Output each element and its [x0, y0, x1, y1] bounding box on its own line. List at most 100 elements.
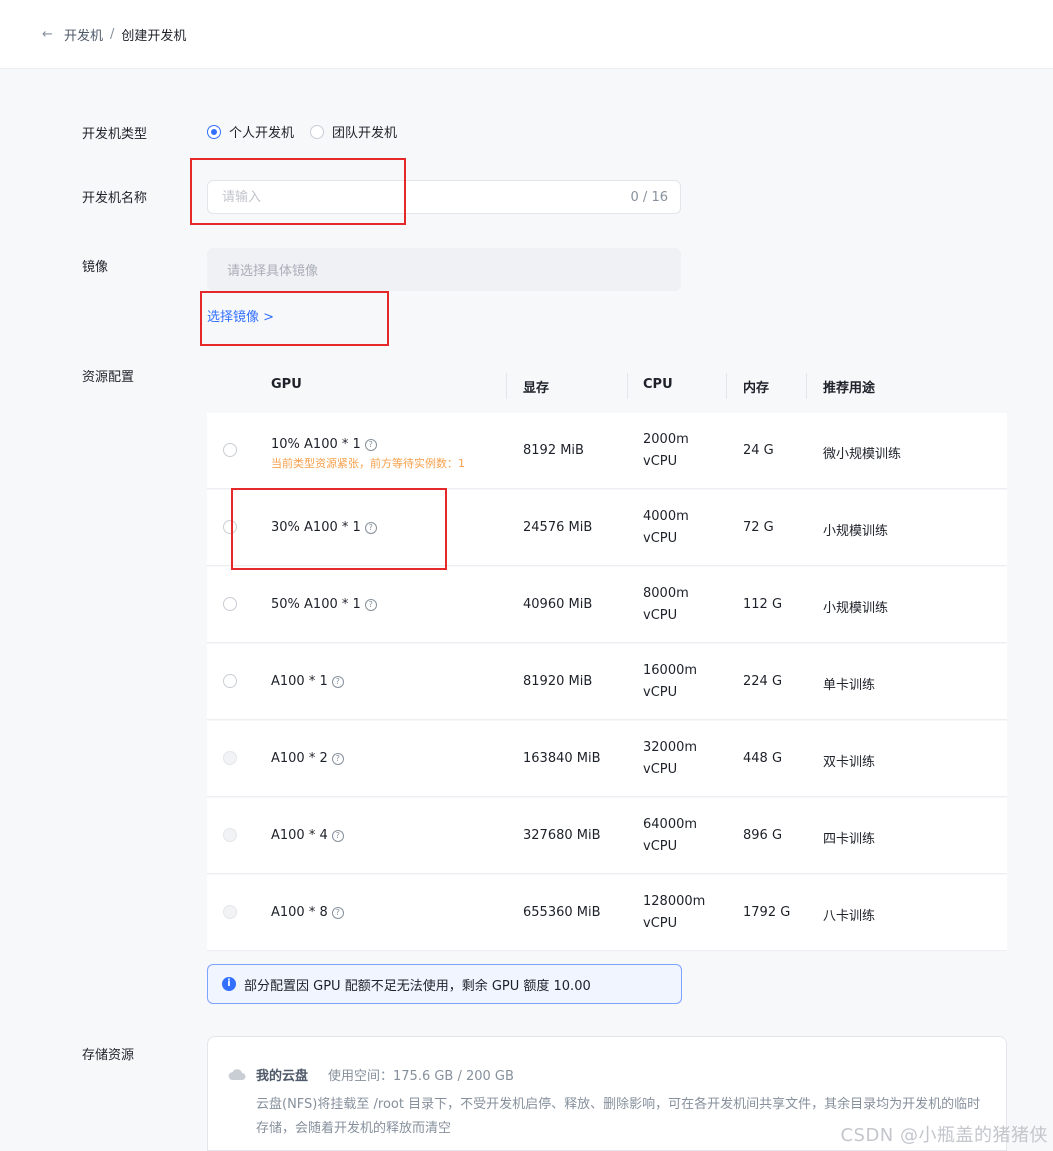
- memory-cell: 112 G: [743, 597, 783, 612]
- row-radio[interactable]: [223, 597, 237, 611]
- name-input[interactable]: [220, 188, 631, 206]
- name-input-wrapper: 0 / 16: [207, 180, 681, 214]
- radio-team[interactable]: 团队开发机: [310, 122, 397, 141]
- radio-team-circle[interactable]: [310, 124, 325, 139]
- storage-title: 我的云盘: [256, 1069, 309, 1084]
- cpu-amount: 16000m: [643, 663, 698, 678]
- header-gpu: GPU: [271, 377, 302, 392]
- row-radio[interactable]: [223, 520, 237, 534]
- cpu-amount: 64000m: [643, 817, 698, 832]
- arrow-left-icon[interactable]: ←: [42, 27, 58, 42]
- row-radio[interactable]: [223, 443, 237, 457]
- gpu-value: 30% A100 * 1: [271, 520, 361, 535]
- info-icon: i: [222, 977, 236, 991]
- gpu-cell: 50% A100 * 1?: [271, 597, 377, 612]
- help-icon[interactable]: ?: [331, 752, 344, 765]
- usage-cell: 小规模训练: [823, 524, 889, 539]
- usage-cell: 微小规模训练: [823, 447, 902, 462]
- quota-tip: i 部分配置因 GPU 配额不足无法使用，剩余 GPU 额度 10.00: [207, 964, 682, 1004]
- cpu-cell: 8000m vCPU: [643, 583, 689, 627]
- help-icon[interactable]: ?: [364, 598, 377, 611]
- resource-label: 资源配置: [82, 370, 135, 385]
- help-icon[interactable]: ?: [331, 829, 344, 842]
- breadcrumb-current: 创建开发机: [121, 29, 187, 44]
- gpu-value: 50% A100 * 1: [271, 597, 361, 612]
- gpu-cell: A100 * 1?: [271, 674, 344, 689]
- memory-cell: 224 G: [743, 674, 783, 689]
- memory-cell: 24 G: [743, 443, 774, 458]
- gpu-cell: A100 * 4?: [271, 828, 344, 843]
- radio-personal-label: 个人开发机: [229, 126, 295, 141]
- watermark: CSDN @小瓶盖的猪猪侠: [840, 1125, 1048, 1146]
- vram-cell: 655360 MiB: [523, 905, 601, 920]
- vram-cell: 327680 MiB: [523, 828, 601, 843]
- cpu-cell: 64000m vCPU: [643, 814, 697, 858]
- radio-personal-circle[interactable]: [207, 124, 221, 139]
- breadcrumb-parent-link[interactable]: 开发机: [64, 25, 103, 44]
- resource-table: GPU 显存 CPU 内存 推荐用途 10% A100 * 1? 当前类型资源紧…: [207, 362, 1007, 951]
- cpu-unit: vCPU: [643, 685, 678, 700]
- table-row: A100 * 8? 655360 MiB 128000m vCPU 1792 G…: [207, 875, 1007, 951]
- header-cpu: CPU: [643, 377, 673, 392]
- table-row: A100 * 4? 327680 MiB 64000m vCPU 896 G 四…: [207, 798, 1007, 874]
- help-icon[interactable]: ?: [331, 906, 344, 919]
- row-radio: [223, 905, 237, 919]
- memory-cell: 896 G: [743, 828, 783, 843]
- name-char-counter: 0 / 16: [630, 189, 668, 205]
- image-select-field[interactable]: 请选择具体镜像: [207, 248, 681, 291]
- cpu-amount: 32000m: [643, 740, 698, 755]
- gpu-value: A100 * 2: [271, 751, 328, 766]
- table-row[interactable]: 10% A100 * 1? 当前类型资源紧张，前方等待实例数：1 8192 Mi…: [207, 413, 1007, 489]
- cpu-unit: vCPU: [643, 839, 678, 854]
- table-row: A100 * 2? 163840 MiB 32000m vCPU 448 G 双…: [207, 721, 1007, 797]
- cpu-unit: vCPU: [643, 762, 678, 777]
- image-label: 镜像: [82, 260, 109, 275]
- vram-cell: 81920 MiB: [523, 674, 593, 689]
- cpu-cell: 128000m vCPU: [643, 891, 705, 935]
- quota-tip-text: 部分配置因 GPU 配额不足无法使用，剩余 GPU 额度 10.00: [244, 978, 591, 994]
- vram-cell: 40960 MiB: [523, 597, 593, 612]
- help-icon[interactable]: ?: [364, 521, 377, 534]
- table-row[interactable]: A100 * 1? 81920 MiB 16000m vCPU 224 G 单卡…: [207, 644, 1007, 720]
- row-radio: [223, 751, 237, 765]
- radio-team-label: 团队开发机: [332, 126, 398, 141]
- radio-personal[interactable]: 个人开发机: [207, 122, 294, 141]
- cpu-cell: 2000m vCPU: [643, 429, 689, 473]
- gpu-cell: A100 * 2?: [271, 751, 344, 766]
- header-usage: 推荐用途: [823, 381, 876, 396]
- cpu-unit: vCPU: [643, 916, 678, 931]
- cpu-unit: vCPU: [643, 454, 678, 469]
- table-header: GPU 显存 CPU 内存 推荐用途: [207, 362, 1007, 410]
- cpu-cell: 32000m vCPU: [643, 737, 697, 781]
- usage-cell: 八卡训练: [823, 909, 876, 924]
- gpu-cell: A100 * 8?: [271, 905, 344, 920]
- usage-cell: 单卡训练: [823, 678, 876, 693]
- storage-used: 使用空间：175.6 GB / 200 GB: [328, 1069, 514, 1084]
- help-icon[interactable]: ?: [331, 675, 344, 688]
- cloud-icon: [228, 1069, 246, 1080]
- cpu-amount: 2000m: [643, 432, 689, 447]
- name-label: 开发机名称: [82, 191, 148, 206]
- vram-cell: 163840 MiB: [523, 751, 601, 766]
- cpu-unit: vCPU: [643, 531, 678, 546]
- usage-cell: 小规模训练: [823, 601, 889, 616]
- cpu-amount: 128000m: [643, 894, 706, 909]
- choose-image-link[interactable]: 选择镜像 >: [207, 306, 274, 325]
- gpu-value: A100 * 1: [271, 674, 328, 689]
- cpu-amount: 8000m: [643, 586, 689, 601]
- gpu-value: A100 * 4: [271, 828, 328, 843]
- row-radio: [223, 828, 237, 842]
- help-icon[interactable]: ?: [364, 438, 377, 451]
- resource-warning: 当前类型资源紧张，前方等待实例数：1: [271, 457, 465, 470]
- gpu-cell: 10% A100 * 1? 当前类型资源紧张，前方等待实例数：1: [271, 437, 465, 471]
- cpu-unit: vCPU: [643, 608, 678, 623]
- breadcrumb: ← 开发机 / 创建开发机: [42, 25, 186, 44]
- cpu-cell: 16000m vCPU: [643, 660, 697, 704]
- table-row[interactable]: 30% A100 * 1? 24576 MiB 4000m vCPU 72 G …: [207, 490, 1007, 566]
- row-radio[interactable]: [223, 674, 237, 688]
- top-bar: ← 开发机 / 创建开发机: [0, 0, 1053, 69]
- table-row[interactable]: 50% A100 * 1? 40960 MiB 8000m vCPU 112 G…: [207, 567, 1007, 643]
- gpu-cell: 30% A100 * 1?: [271, 520, 377, 535]
- type-radio-group: 个人开发机 团队开发机: [207, 122, 413, 141]
- storage-label: 存储资源: [82, 1048, 135, 1063]
